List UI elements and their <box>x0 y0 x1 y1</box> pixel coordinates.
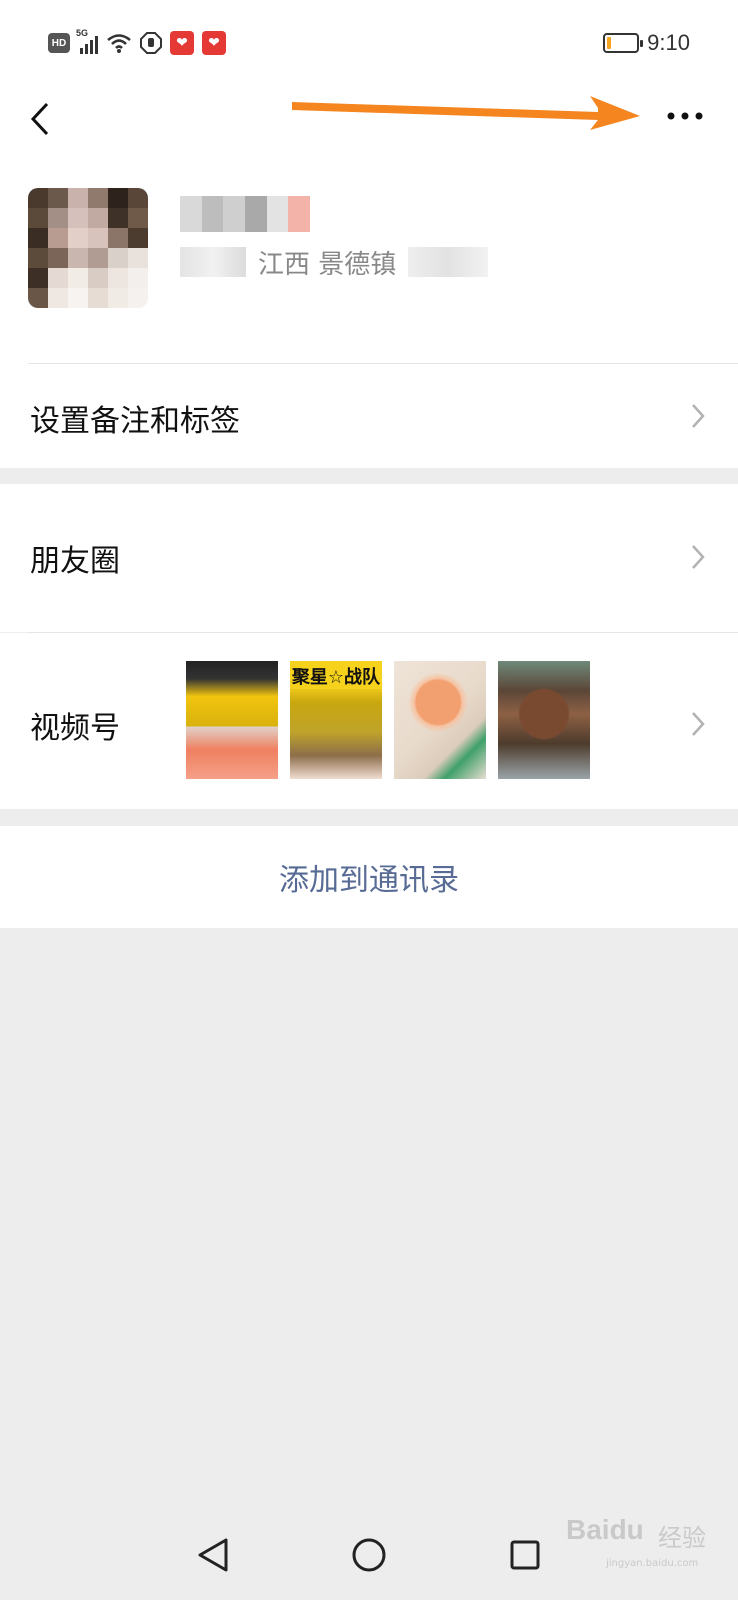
moments-row[interactable]: 朋友圈 <box>0 484 738 632</box>
channel-thumbnail[interactable]: 聚星☆战队 <box>290 661 382 779</box>
avatar[interactable] <box>28 188 148 308</box>
square-recents-icon <box>510 1540 540 1570</box>
hd-badge: HD <box>48 33 70 53</box>
battery-icon <box>603 33 644 53</box>
row-label: 视频号 <box>30 711 120 746</box>
more-dots-icon <box>667 112 703 120</box>
region-text: 江西 景德镇 <box>258 249 397 280</box>
chevron-left-icon <box>30 102 49 136</box>
region-line: 江西 景德镇 <box>180 244 489 280</box>
channel-thumbnail[interactable] <box>498 661 590 779</box>
signal-icon: 5G <box>76 28 98 54</box>
system-home-button[interactable] <box>344 1530 394 1580</box>
system-recents-button[interactable] <box>500 1530 550 1580</box>
system-back-button[interactable] <box>188 1530 238 1580</box>
watermark: Baidu 经验 jingyan.baidu.com <box>566 1504 716 1574</box>
top-navbar <box>0 84 738 184</box>
add-to-contacts-button[interactable]: 添加到通讯录 <box>0 826 738 928</box>
row-label: 设置备注和标签 <box>30 404 240 439</box>
wifi-icon <box>107 34 131 53</box>
watermark-cn: 经验 <box>658 1524 706 1552</box>
app-notification-icon: ❤ <box>170 31 194 55</box>
add-to-contacts-label: 添加到通讯录 <box>279 863 459 898</box>
watermark-url: jingyan.baidu.com <box>606 1558 699 1569</box>
set-remark-tags-row[interactable]: 设置备注和标签 <box>0 364 738 468</box>
channel-thumbnail[interactable] <box>394 661 486 779</box>
row-label: 朋友圈 <box>30 544 120 579</box>
triangle-back-icon <box>198 1538 228 1572</box>
channel-thumbnail[interactable] <box>186 661 278 779</box>
profile-header: 江西 景德镇 <box>0 184 738 364</box>
watermark-brand: Baidu <box>566 1514 644 1545</box>
circle-home-icon <box>352 1538 386 1572</box>
channels-thumbnails: 聚星☆战队 <box>186 661 590 779</box>
hand-icon <box>140 32 162 54</box>
status-bar: HD 5G ❤ ❤ 9:10 <box>0 0 738 84</box>
chevron-right-icon <box>692 545 705 569</box>
redacted-block <box>408 247 489 277</box>
annotation-arrow <box>292 96 640 130</box>
app-notification-icon: ❤ <box>202 31 226 55</box>
more-options-button[interactable] <box>660 96 710 136</box>
channels-row[interactable]: 视频号 聚星☆战队 <box>0 633 738 809</box>
network-label: 5G <box>76 28 89 38</box>
thumbnail-caption: 聚星☆战队 <box>290 663 382 689</box>
status-left: HD 5G ❤ ❤ <box>48 28 226 58</box>
chevron-right-icon <box>692 712 705 736</box>
nickname-redacted <box>180 196 311 232</box>
status-right: 9:10 <box>603 28 690 58</box>
clock: 9:10 <box>647 30 690 55</box>
chevron-right-icon <box>692 404 705 428</box>
screen: HD 5G ❤ ❤ 9:10 江西 景德镇 设置备注和标签 朋友圈 视频号 聚星… <box>0 0 738 1600</box>
back-button[interactable] <box>20 94 60 144</box>
redacted-block <box>180 247 246 277</box>
